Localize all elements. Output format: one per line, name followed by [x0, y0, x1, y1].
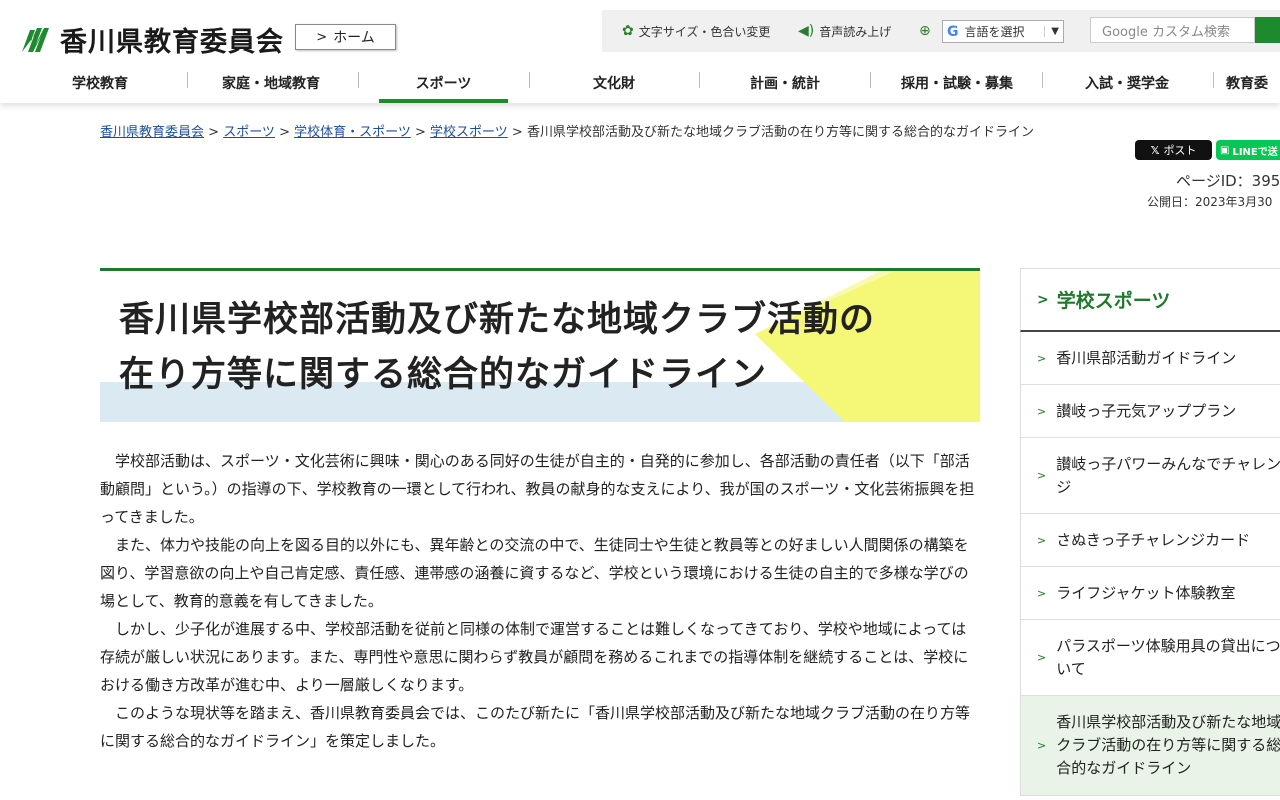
site-logo[interactable]: 香川県教育委員会 — [20, 20, 284, 59]
breadcrumb-link-school-sports[interactable]: 学校スポーツ — [430, 125, 508, 140]
breadcrumb-separator: > — [274, 125, 295, 140]
search-input[interactable]: Google カスタム検索 — [1090, 17, 1255, 43]
language-select-label: 言語を選択 — [964, 25, 1025, 39]
font-color-label: 文字サイズ・色合い変更 — [638, 24, 771, 39]
nav-divider — [699, 72, 700, 88]
sidebar-item-challenge-card[interactable]: > さぬきっ子チャレンジカード — [1020, 514, 1280, 567]
chevron-right-icon: > — [1037, 739, 1047, 752]
speech-label: 音声読み上げ — [819, 24, 892, 39]
x-post-button[interactable]: 𝕏 ポスト — [1135, 140, 1212, 160]
line-share-label: LINEで送 — [1232, 146, 1278, 158]
sidebar-item-label: 讃岐っ子元気アッププラン — [1056, 401, 1237, 420]
chevron-right-icon: > — [316, 29, 328, 45]
page-title: 香川県学校部活動及び新たな地域クラブ活動の 在り方等に関する総合的なガイドライン — [119, 293, 959, 403]
sidebar-item-label: ライフジャケット体験教室 — [1056, 583, 1236, 602]
sidebar-item-label: 香川県学校部活動及び新たな地域クラブ活動の在り方等に関する総合的なガイドライン — [1056, 713, 1280, 777]
sidebar-item-genki-up-plan[interactable]: > 讃岐っ子元気アッププラン — [1020, 385, 1280, 438]
breadcrumb-current: 香川県学校部活動及び新たな地域クラブ活動の在り方等に関する総合的なガイドライン — [526, 125, 1034, 140]
article-paragraph: 学校部活動は、スポーツ・文化芸術に興味・関心のある同好の生徒が自主的・自発的に参… — [100, 452, 975, 526]
breadcrumb-separator: > — [204, 125, 224, 140]
breadcrumb-link-sports[interactable]: スポーツ — [223, 125, 275, 140]
sidebar-item-power-challenge[interactable]: > 讃岐っ子パワーみんなでチャレンジ — [1020, 438, 1280, 514]
home-label: ホーム — [333, 30, 375, 46]
dropdown-arrow-icon: ▼ — [1044, 26, 1059, 37]
nav-recruitment[interactable]: 採用・試験・募集 — [886, 62, 1028, 103]
nav-school-education[interactable]: 学校教育 — [30, 62, 170, 103]
language-select[interactable]: G 言語を選択 ▼ — [942, 20, 1064, 43]
x-logo-icon: 𝕏 — [1150, 143, 1160, 157]
global-nav: 学校教育 家庭・地域教育 スポーツ 文化財 計画・統計 採用・試験・募集 入試・… — [0, 62, 1280, 103]
page-title-line1: 香川県学校部活動及び新たな地域クラブ活動の — [119, 300, 876, 340]
page-title-block: 香川県学校部活動及び新たな地域クラブ活動の 在り方等に関する総合的なガイドライン — [100, 268, 980, 422]
speaker-icon: ◀) — [798, 23, 815, 39]
nav-divider — [358, 72, 359, 88]
font-color-setting-link[interactable]: ✿ 文字サイズ・色合い変更 — [622, 10, 770, 52]
breadcrumb-separator: > — [507, 125, 527, 140]
sidebar-item-label: さぬきっ子チャレンジカード — [1056, 530, 1251, 549]
speech-link[interactable]: ◀) 音声読み上げ — [798, 10, 891, 52]
sidebar-item-bukatsu-guideline[interactable]: > 香川県部活動ガイドライン — [1020, 332, 1280, 385]
breadcrumb: 香川県教育委員会 > スポーツ > 学校体育・スポーツ > 学校スポーツ > 香… — [100, 121, 1034, 140]
chevron-right-icon: > — [1037, 404, 1047, 418]
sidebar-nav: > 学校スポーツ > 香川県部活動ガイドライン > 讃岐っ子元気アッププラン >… — [1020, 268, 1280, 796]
nav-divider — [529, 72, 530, 88]
nav-divider — [1213, 72, 1214, 88]
nav-plans-statistics[interactable]: 計画・統計 — [720, 62, 850, 103]
nav-family-community[interactable]: 家庭・地域教育 — [200, 62, 342, 103]
site-header: 香川県教育委員会 > ホーム ✿ 文字サイズ・色合い変更 ◀) 音声読み上げ ⊕… — [0, 0, 1280, 103]
line-share-button[interactable]: ▣ LINEで送 — [1216, 140, 1280, 160]
line-logo-icon: ▣ — [1220, 144, 1230, 156]
home-button[interactable]: > ホーム — [295, 24, 396, 50]
breadcrumb-link-top[interactable]: 香川県教育委員会 — [100, 125, 204, 140]
nav-cultural-assets[interactable]: 文化財 — [549, 62, 679, 103]
page-id: ページID：395 — [1176, 172, 1280, 190]
chevron-right-icon: > — [1037, 651, 1047, 664]
nav-divider — [870, 72, 871, 88]
breadcrumb-link-school-pe[interactable]: 学校体育・スポーツ — [294, 125, 411, 140]
gear-icon: ✿ — [622, 23, 634, 39]
nav-entrance-scholarship[interactable]: 入試・奨学金 — [1062, 62, 1192, 103]
search-button[interactable] — [1255, 17, 1280, 43]
article-paragraph: また、体力や技能の向上を図る目的以外にも、異年齢との交流の中で、生徒同士や生徒と… — [100, 536, 969, 610]
published-date: 公開日：2023年3月30 — [1147, 195, 1273, 209]
utility-bar: ✿ 文字サイズ・色合い変更 ◀) 音声読み上げ ⊕ G 言語を選択 ▼ Goog… — [602, 10, 1280, 52]
chevron-right-icon: > — [1037, 586, 1047, 600]
sidebar-item-life-jacket[interactable]: > ライフジャケット体験教室 — [1020, 567, 1280, 620]
globe-icon: ⊕ — [919, 23, 931, 39]
sidebar-item-para-sports[interactable]: > パラスポーツ体験用具の貸出について — [1020, 620, 1280, 696]
chevron-right-icon: > — [1037, 291, 1049, 308]
nav-sports[interactable]: スポーツ — [379, 62, 508, 103]
breadcrumb-separator: > — [410, 125, 431, 140]
article-paragraph: このような現状等を踏まえ、香川県教育委員会では、このたび新たに「香川県学校部活動… — [100, 704, 971, 750]
article-paragraph: しかし、少子化が進展する中、学校部活動を従前と同様の体制で運営することは難しくな… — [100, 620, 969, 694]
nav-divider — [1042, 72, 1043, 88]
chevron-right-icon: > — [1037, 533, 1047, 547]
sidebar-item-label: 讃岐っ子パワーみんなでチャレンジ — [1056, 454, 1280, 496]
nav-divider — [187, 72, 188, 88]
chevron-right-icon: > — [1037, 351, 1047, 365]
sidebar-heading-label: 学校スポーツ — [1056, 290, 1171, 312]
kagawa-emblem-icon — [22, 27, 49, 52]
sidebar-item-label: 香川県部活動ガイドライン — [1056, 348, 1237, 367]
page-title-line2: 在り方等に関する総合的なガイドライン — [119, 355, 768, 395]
x-post-label: ポスト — [1163, 144, 1197, 157]
nav-board-of-education[interactable]: 教育委 — [1226, 62, 1280, 103]
google-icon: G — [947, 23, 959, 40]
sidebar-item-label: パラスポーツ体験用具の貸出について — [1056, 636, 1280, 678]
site-name: 香川県教育委員会 — [60, 27, 284, 58]
sidebar-heading[interactable]: > 学校スポーツ — [1020, 268, 1280, 332]
sidebar-item-current-guideline[interactable]: > 香川県学校部活動及び新たな地域クラブ活動の在り方等に関する総合的なガイドライ… — [1020, 696, 1280, 796]
chevron-right-icon: > — [1037, 469, 1047, 482]
article-body: 学校部活動は、スポーツ・文化芸術に興味・関心のある同好の生徒が自主的・自発的に参… — [100, 447, 980, 755]
